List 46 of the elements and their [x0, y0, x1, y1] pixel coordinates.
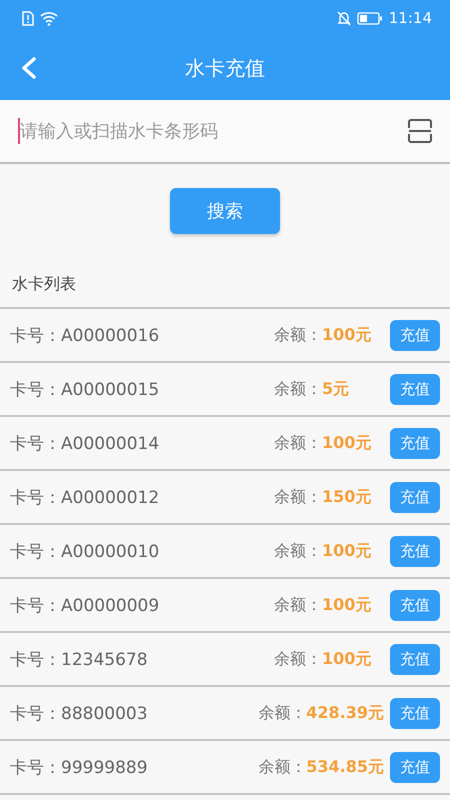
balance-label: 余额： — [274, 486, 322, 508]
scan-icon[interactable] — [406, 117, 434, 145]
balance-label: 余额： — [274, 324, 322, 346]
recharge-button[interactable]: 充值 — [390, 752, 440, 782]
card-number: 卡号：A00000015 — [10, 378, 160, 400]
battery-icon — [356, 12, 383, 24]
balance-amount: 150元 — [322, 486, 372, 508]
balance-label: 余额： — [274, 432, 322, 454]
balance-amount: 100元 — [322, 540, 372, 562]
card-number: 卡号：A00000014 — [10, 432, 160, 454]
balance-label: 余额： — [274, 648, 322, 670]
wifi-icon — [40, 10, 58, 26]
balance-amount: 100元 — [322, 594, 372, 616]
card-number: 卡号：A00000016 — [10, 324, 160, 346]
card-number: 卡号：A00000010 — [10, 540, 160, 562]
balance-label: 余额： — [274, 594, 322, 616]
card-number: 卡号：A00000009 — [10, 594, 160, 616]
balance-label: 余额： — [258, 702, 306, 724]
recharge-button[interactable]: 充值 — [390, 590, 440, 620]
page-title: 水卡充值 — [185, 54, 265, 82]
search-button[interactable]: 搜索 — [170, 188, 280, 234]
balance-amount: 100元 — [322, 648, 372, 670]
search-field[interactable]: 请输入或扫描水卡条形码 — [18, 118, 406, 144]
card-number: 卡号：99999889 — [10, 756, 149, 778]
balance-amount: 534.85元 — [306, 756, 384, 778]
recharge-button[interactable]: 充值 — [390, 644, 440, 674]
balance-label: 余额： — [258, 756, 306, 778]
sim-alert-icon — [22, 10, 34, 26]
status-time: 11:14 — [388, 9, 432, 27]
list-title: 水卡列表 — [11, 273, 77, 295]
recharge-button[interactable]: 充值 — [390, 698, 440, 728]
recharge-button[interactable]: 充值 — [390, 428, 440, 458]
balance-amount: 5元 — [322, 378, 350, 400]
recharge-button[interactable]: 充值 — [390, 320, 440, 350]
card-number: 卡号：88800003 — [10, 702, 149, 724]
balance-label: 余额： — [274, 540, 322, 562]
recharge-button[interactable]: 充值 — [390, 374, 440, 404]
mute-icon — [336, 10, 351, 26]
balance-amount: 100元 — [322, 432, 372, 454]
balance-label: 余额： — [274, 378, 322, 400]
card-number: 卡号：A00000012 — [10, 486, 160, 508]
recharge-button[interactable]: 充值 — [390, 482, 440, 512]
card-number: 卡号：12345678 — [10, 648, 149, 670]
balance-amount: 428.39元 — [306, 702, 384, 724]
balance-amount: 100元 — [322, 324, 372, 346]
recharge-button[interactable]: 充值 — [390, 536, 440, 566]
